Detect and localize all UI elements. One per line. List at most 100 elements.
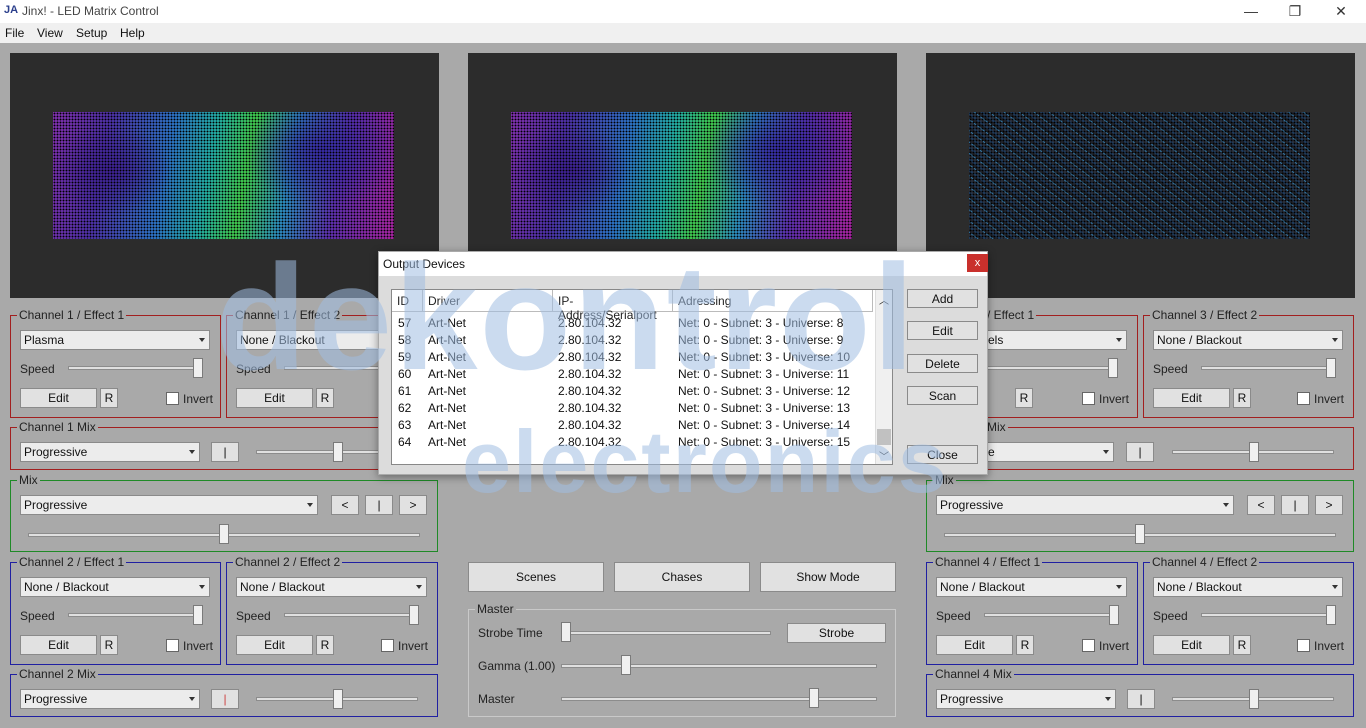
speed-slider-thumb[interactable] — [1326, 358, 1336, 378]
invert-checkbox[interactable] — [1082, 639, 1095, 652]
master-slider-track[interactable] — [561, 697, 877, 701]
effect-select[interactable]: els — [985, 330, 1127, 350]
mix-select[interactable]: Progressive — [20, 495, 318, 515]
invert-checkbox[interactable] — [166, 392, 179, 405]
speed-slider-track[interactable] — [1201, 366, 1336, 370]
reset-button[interactable]: R — [1015, 388, 1033, 408]
previous-button[interactable]: < — [331, 495, 359, 515]
pause-button[interactable]: | — [365, 495, 393, 515]
effect-select[interactable]: None / Blackout — [1153, 577, 1343, 597]
menu-file[interactable]: File — [5, 26, 24, 40]
speed-slider-thumb[interactable] — [193, 605, 203, 625]
effect-select[interactable]: None / Blackout — [20, 577, 210, 597]
vertical-scrollbar[interactable]: ︿ ﹀ — [875, 290, 892, 464]
mix-slider-thumb[interactable] — [333, 689, 343, 709]
mix-select[interactable]: Progressive — [20, 442, 200, 462]
show-mode-button[interactable]: Show Mode — [760, 562, 896, 592]
edit-button[interactable]: Edit — [20, 388, 97, 408]
restore-button[interactable]: ❐ — [1272, 0, 1318, 23]
mix-select[interactable]: Progressive — [936, 689, 1116, 709]
scan-button[interactable]: Scan — [907, 386, 978, 405]
strobe-time-slider-track[interactable] — [561, 631, 771, 635]
speed-slider-thumb[interactable] — [409, 605, 419, 625]
mix-select[interactable]: e — [985, 442, 1114, 462]
edit-button[interactable]: Edit — [236, 635, 313, 655]
table-row[interactable]: 64 Art-Net 2.80.104.32 Net: 0 - Subnet: 3 -… — [392, 433, 874, 450]
effect-select[interactable]: None / Blackout — [236, 577, 427, 597]
speed-slider-track[interactable] — [984, 613, 1119, 617]
scenes-button[interactable]: Scenes — [468, 562, 604, 592]
scrollbar-thumb[interactable] — [877, 429, 891, 445]
column-header-ip[interactable]: IP-Address/Serialport — [553, 290, 673, 322]
menu-view[interactable]: View — [37, 26, 63, 40]
mix-slider-track[interactable] — [256, 450, 387, 454]
speed-slider-thumb[interactable] — [193, 358, 203, 378]
effect-select[interactable]: None / Blackout — [936, 577, 1127, 597]
reset-button[interactable]: R — [1233, 388, 1251, 408]
edit-device-button[interactable]: Edit — [907, 321, 978, 340]
table-row[interactable]: 60 Art-Net 2.80.104.32 Net: 0 - Subnet: 3 -… — [392, 365, 874, 382]
reset-button[interactable]: R — [100, 635, 118, 655]
table-row[interactable]: 57 Art-Net 2.80.104.32 Net: 0 - Subnet: 3 -… — [392, 314, 874, 331]
close-button[interactable]: Close — [907, 445, 978, 464]
mix-slider-thumb[interactable] — [333, 442, 343, 462]
pause-button[interactable]: | — [1127, 689, 1155, 709]
speed-slider-track[interactable] — [284, 366, 387, 370]
device-list[interactable]: ID Driver IP-Address/Serialport Adressin… — [391, 289, 893, 465]
reset-button[interactable]: R — [316, 388, 334, 408]
invert-checkbox[interactable] — [166, 639, 179, 652]
reset-button[interactable]: R — [316, 635, 334, 655]
speed-slider-thumb[interactable] — [1326, 605, 1336, 625]
invert-checkbox[interactable] — [381, 639, 394, 652]
speed-slider-track[interactable] — [1201, 613, 1336, 617]
close-window-button[interactable]: ✕ — [1318, 0, 1364, 23]
master-slider-thumb[interactable] — [809, 688, 819, 708]
effect-select[interactable]: None / Blackout — [1153, 330, 1343, 350]
effect-select[interactable]: None / Blackout — [236, 330, 386, 350]
reset-button[interactable]: R — [1016, 635, 1034, 655]
menu-help[interactable]: Help — [120, 26, 145, 40]
next-button[interactable]: > — [1315, 495, 1343, 515]
effect-select[interactable]: Plasma — [20, 330, 210, 350]
edit-button[interactable]: Edit — [1153, 388, 1230, 408]
strobe-time-slider-thumb[interactable] — [561, 622, 571, 642]
reset-button[interactable]: R — [1233, 635, 1251, 655]
speed-slider-track[interactable] — [68, 613, 203, 617]
strobe-button[interactable]: Strobe — [787, 623, 886, 643]
pause-button[interactable]: | — [211, 689, 239, 709]
speed-slider-track[interactable] — [284, 613, 419, 617]
mix-slider-thumb[interactable] — [1249, 442, 1259, 462]
invert-checkbox[interactable] — [1297, 639, 1310, 652]
scroll-up-icon[interactable]: ︿ — [879, 292, 889, 307]
speed-slider-thumb[interactable] — [1109, 605, 1119, 625]
pause-button[interactable]: | — [1281, 495, 1309, 515]
edit-button[interactable]: Edit — [1153, 635, 1230, 655]
gamma-slider-thumb[interactable] — [621, 655, 631, 675]
mix-slider-thumb[interactable] — [1249, 689, 1259, 709]
table-row[interactable]: 62 Art-Net 2.80.104.32 Net: 0 - Subnet: 3 -… — [392, 399, 874, 416]
gamma-slider-track[interactable] — [561, 664, 877, 668]
speed-slider-track[interactable] — [68, 366, 203, 370]
edit-button[interactable]: Edit — [936, 635, 1013, 655]
column-header-id[interactable]: ID — [392, 290, 423, 312]
edit-button[interactable]: Edit — [20, 635, 97, 655]
edit-button[interactable]: Edit — [236, 388, 313, 408]
add-button[interactable]: Add — [907, 289, 978, 308]
next-button[interactable]: > — [399, 495, 427, 515]
chases-button[interactable]: Chases — [614, 562, 750, 592]
table-row[interactable]: 58 Art-Net 2.80.104.32 Net: 0 - Subnet: 3 -… — [392, 331, 874, 348]
mix-select[interactable]: Progressive — [936, 495, 1234, 515]
table-row[interactable]: 59 Art-Net 2.80.104.32 Net: 0 - Subnet: 3 -… — [392, 348, 874, 365]
column-header-addressing[interactable]: Adressing — [673, 290, 873, 312]
table-row[interactable]: 63 Art-Net 2.80.104.32 Net: 0 - Subnet: 3 -… — [392, 416, 874, 433]
mix-slider-thumb[interactable] — [219, 524, 229, 544]
previous-button[interactable]: < — [1247, 495, 1275, 515]
table-row[interactable]: 61 Art-Net 2.80.104.32 Net: 0 - Subnet: 3 -… — [392, 382, 874, 399]
pause-button[interactable]: | — [1126, 442, 1154, 462]
mix-select[interactable]: Progressive — [20, 689, 200, 709]
invert-checkbox[interactable] — [1297, 392, 1310, 405]
pause-button[interactable]: | — [211, 442, 239, 462]
minimize-button[interactable]: — — [1228, 0, 1274, 23]
menu-setup[interactable]: Setup — [76, 26, 107, 40]
scroll-down-icon[interactable]: ﹀ — [879, 448, 889, 463]
